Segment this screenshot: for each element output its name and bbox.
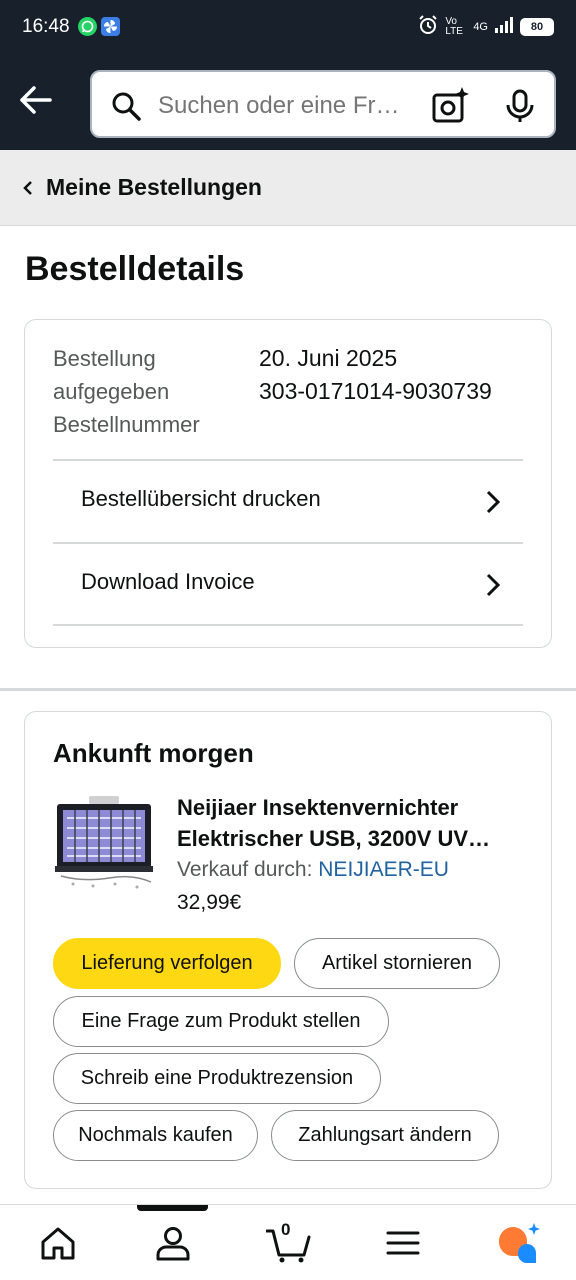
product-title[interactable]: Neijiaer Insektenvernichter Elektrischer… <box>177 792 527 854</box>
arrival-title: Ankunft morgen <box>53 738 254 768</box>
chevron-left-icon <box>20 178 36 198</box>
divider <box>53 624 523 626</box>
download-invoice-link[interactable]: Download Invoice <box>53 544 523 626</box>
order-number-label: Bestellnummer <box>53 412 200 437</box>
search-icon <box>110 90 142 122</box>
product-image[interactable] <box>53 790 157 890</box>
active-tab-indicator <box>137 1205 208 1211</box>
write-review-button[interactable]: Schreib eine Produktrezension <box>53 1053 381 1104</box>
alarm-icon <box>417 14 439 39</box>
signal-icon <box>494 16 514 37</box>
home-icon[interactable] <box>38 1223 78 1263</box>
rufus-assistant-icon[interactable] <box>496 1223 542 1264</box>
cart-count: 0 <box>281 1220 291 1239</box>
microphone-icon[interactable] <box>502 88 538 124</box>
cancel-item-button[interactable]: Artikel stornieren <box>294 938 500 989</box>
bottom-navigation: 0 <box>0 1204 576 1280</box>
order-placed-label: Bestellung aufgegeben <box>53 346 170 404</box>
product-title-line: Elektrischer USB, 3200V UV… <box>177 826 491 851</box>
back-arrow-icon[interactable] <box>16 80 56 120</box>
search-box[interactable] <box>90 70 556 138</box>
account-icon[interactable] <box>153 1223 193 1263</box>
status-bar: 16:48 Vo LTE 4G 80 <box>0 0 576 54</box>
pinwheel-app-icon <box>101 17 120 36</box>
change-payment-button[interactable]: Zahlungsart ändern <box>271 1110 499 1161</box>
page-title: Bestelldetails <box>25 250 245 288</box>
buy-again-button[interactable]: Nochmals kaufen <box>53 1110 258 1161</box>
seller-prefix: Verkauf durch: <box>177 858 313 881</box>
seller-line: Verkauf durch: NEIJIAER-EU <box>177 858 449 882</box>
download-invoice-label: Download Invoice <box>81 569 255 594</box>
ask-question-button[interactable]: Eine Frage zum Produkt stellen <box>53 996 389 1047</box>
breadcrumb[interactable]: Meine Bestellungen <box>0 150 576 226</box>
seller-link[interactable]: NEIJIAER-EU <box>318 858 449 881</box>
chevron-right-icon <box>485 489 501 515</box>
order-number-value: 303-0171014-9030739 <box>259 378 492 404</box>
whatsapp-icon <box>78 17 97 36</box>
menu-icon[interactable] <box>383 1223 423 1263</box>
print-summary-label: Bestellübersicht drucken <box>81 486 321 511</box>
breadcrumb-label: Meine Bestellungen <box>46 174 262 200</box>
cart-icon[interactable]: 0 <box>265 1220 312 1263</box>
search-input[interactable] <box>158 90 416 122</box>
section-divider <box>0 688 576 691</box>
volte-label: Vo LTE <box>445 15 463 37</box>
search-header <box>0 54 576 150</box>
chevron-right-icon <box>485 572 501 598</box>
battery-indicator: 80 <box>520 17 554 36</box>
product-title-line: Neijiaer Insektenvernichter <box>177 795 459 820</box>
track-delivery-button[interactable]: Lieferung verfolgen <box>53 938 281 989</box>
product-price: 32,99€ <box>177 891 242 914</box>
network-type-label: 4G <box>473 20 488 33</box>
status-time: 16:48 <box>22 16 70 37</box>
order-info-card: Bestellung aufgegeben Bestellnummer 20. … <box>24 319 552 648</box>
order-placed-value: 20. Juni 2025 <box>259 345 398 371</box>
print-summary-link[interactable]: Bestellübersicht drucken <box>53 461 523 543</box>
delivery-card: Ankunft morgen Neijiaer Insektenvernicht… <box>24 711 552 1189</box>
camera-search-icon[interactable] <box>430 86 470 126</box>
